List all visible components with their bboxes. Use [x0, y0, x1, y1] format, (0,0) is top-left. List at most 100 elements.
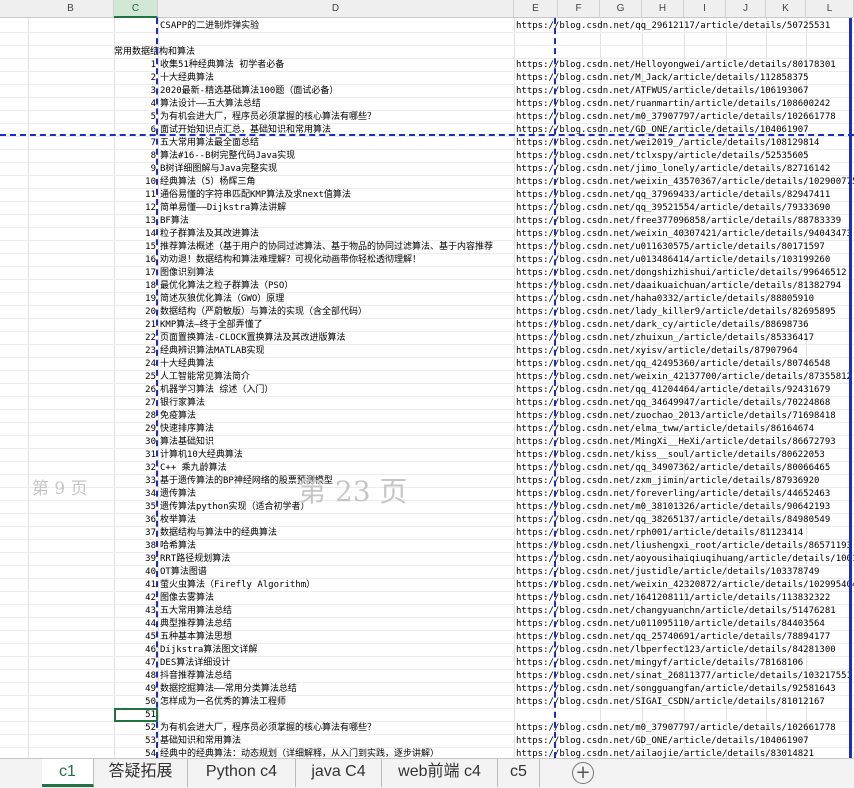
cell-url[interactable]: https://blog.csdn.net/dongshizhishui/art… — [514, 267, 854, 280]
cell-title[interactable]: 计算机10大经典算法 — [158, 449, 513, 462]
cell-row-number[interactable]: 27 — [113, 397, 157, 410]
cell-row-number[interactable]: 13 — [113, 215, 157, 228]
table-row[interactable]: 35 遗传算法python实现（适合初学者） https://blog.csdn.n… — [0, 501, 854, 514]
cell-row-number[interactable]: 1 — [113, 59, 157, 72]
cell-row-number[interactable]: 52 — [113, 722, 157, 735]
table-row[interactable]: 33 基于遗传算法的BP神经网络的股票预测模型 https://blog.csdn.… — [0, 475, 854, 488]
cell-row-number[interactable]: 20 — [113, 306, 157, 319]
table-row[interactable]: 39 RRT路径规划算法 https://blog.csdn.net/aoyousi… — [0, 553, 854, 566]
table-row[interactable]: 常用数据结构和算法 — [0, 46, 854, 59]
tab-scroll-area[interactable] — [0, 759, 40, 787]
cell-title[interactable]: 简单易懂——Dijkstra算法讲解 — [158, 202, 513, 215]
cell-url[interactable]: https://blog.csdn.net/qq_38265137/articl… — [514, 514, 854, 527]
table-row[interactable]: 14 粒子群算法及其改进算法 https://blog.csdn.net/weixi… — [0, 228, 854, 241]
cell-row-number[interactable]: 25 — [113, 371, 157, 384]
table-row[interactable]: 20 数据结构（严蔚敏版）与算法的实现（含全部代码） https://blog.cs… — [0, 306, 854, 319]
cell-row-number[interactable]: 43 — [113, 605, 157, 618]
cell-title[interactable]: 免疫算法 — [158, 410, 513, 423]
table-row[interactable]: 52 为有机会进大厂，程序员必须掌握的核心算法有哪些？ https://blog.c… — [0, 722, 854, 735]
cell-row-number[interactable]: 36 — [113, 514, 157, 527]
cell-url[interactable]: https://blog.csdn.net/weixin_40307421/ar… — [514, 228, 854, 241]
cell-url[interactable]: https://blog.csdn.net/mingyf/article/det… — [514, 657, 854, 670]
cell-title[interactable]: 收集51种经典算法 初学者必备 — [158, 59, 513, 72]
cell-url[interactable]: https://blog.csdn.net/1641208111/article… — [514, 592, 854, 605]
column-header-g[interactable]: G — [600, 0, 642, 18]
cell-title[interactable]: 数据结构与算法中的经典算法 — [158, 527, 513, 540]
table-row[interactable]: 47 DES算法详细设计 https://blog.csdn.net/mingyf/… — [0, 657, 854, 670]
cell-url[interactable]: https://blog.csdn.net/u013486414/article… — [514, 254, 854, 267]
cell-url[interactable]: https://blog.csdn.net/foreverling/articl… — [514, 488, 854, 501]
table-row[interactable]: 1 收集51种经典算法 初学者必备 https://blog.csdn.net/He… — [0, 59, 854, 72]
cell-url[interactable]: https://blog.csdn.net/elma_tww/article/d… — [514, 423, 854, 436]
cell-url[interactable]: https://blog.csdn.net/zxm_jimin/article/… — [514, 475, 854, 488]
cell-title[interactable]: 十大经典算法 — [158, 358, 513, 371]
cell-title[interactable]: 经典算法（5）杨辉三角 — [158, 176, 513, 189]
cell-url[interactable]: https://blog.csdn.net/MingXi__HeXi/artic… — [514, 436, 854, 449]
cell-title[interactable]: 图像去雾算法 — [158, 592, 513, 605]
cell-url[interactable]: https://blog.csdn.net/ATFWUS/article/det… — [514, 85, 854, 98]
table-row[interactable]: 38 哈希算法 https://blog.csdn.net/liushengxi_r… — [0, 540, 854, 553]
table-row[interactable]: 44 典型推荐算法总结 https://blog.csdn.net/u0110951… — [0, 618, 854, 631]
column-header-b[interactable]: B — [28, 0, 114, 18]
cell-row-number[interactable]: 38 — [113, 540, 157, 553]
cell-row-number[interactable]: 14 — [113, 228, 157, 241]
cell-url[interactable]: https://blog.csdn.net/ruanmartin/article… — [514, 98, 854, 111]
cell-url[interactable]: https://blog.csdn.net/justidle/article/d… — [514, 566, 854, 579]
cell-url[interactable]: https://blog.csdn.net/xyisv/article/deta… — [514, 345, 854, 358]
table-row[interactable]: 34 遗传算法 https://blog.csdn.net/foreverling/… — [0, 488, 854, 501]
cell-row-number[interactable]: 48 — [113, 670, 157, 683]
sheet-tab-c5[interactable]: c5 — [498, 759, 540, 787]
cell-row-number[interactable]: 44 — [113, 618, 157, 631]
cell-row-number[interactable]: 5 — [113, 111, 157, 124]
cell-url[interactable]: https://blog.csdn.net/daaikuaichuan/arti… — [514, 280, 854, 293]
table-row[interactable]: 41 萤火虫算法（Firefly Algorithm） https://blog.c… — [0, 579, 854, 592]
cell-row-number[interactable]: 33 — [113, 475, 157, 488]
cell-title[interactable]: 数据挖掘算法——常用分类算法总结 — [158, 683, 513, 696]
cell-row-number[interactable]: 8 — [113, 150, 157, 163]
cell-url[interactable]: https://blog.csdn.net/changyuanchn/artic… — [514, 605, 854, 618]
cell-title[interactable]: 五种基本算法思想 — [158, 631, 513, 644]
cell-title[interactable]: 十大经典算法 — [158, 72, 513, 85]
cell-title[interactable]: 推荐算法概述（基于用户的协同过滤算法、基于物品的协同过滤算法、基于内容推荐 — [158, 241, 513, 254]
cell-row-number[interactable]: 34 — [113, 488, 157, 501]
cell-row-number[interactable]: 3 — [113, 85, 157, 98]
table-row[interactable]: 13 BF算法 https://blog.csdn.net/free37709685… — [0, 215, 854, 228]
cell-row-number[interactable]: 26 — [113, 384, 157, 397]
cell-title[interactable]: 人工智能常见算法简介 — [158, 371, 513, 384]
cell-url[interactable]: https://blog.csdn.net/wei2019_/article/d… — [514, 137, 854, 150]
cell-title[interactable]: 萤火虫算法（Firefly Algorithm） — [158, 579, 513, 592]
cell-url[interactable]: https://blog.csdn.net/songguangfan/artic… — [514, 683, 854, 696]
cell-title[interactable]: 算法设计——五大算法总结 — [158, 98, 513, 111]
table-row[interactable]: 54 经典中的经典算法：动态规划（详细解释，从入门到实践，逐步讲解） https:/… — [0, 748, 854, 758]
cell-url[interactable]: https://blog.csdn.net/tclxspy/article/de… — [514, 150, 854, 163]
cell-title[interactable]: 粒子群算法及其改进算法 — [158, 228, 513, 241]
cell-row-number[interactable]: 47 — [113, 657, 157, 670]
cell-url[interactable]: https://blog.csdn.net/kiss__soul/article… — [514, 449, 854, 462]
cell-title[interactable]: 简述灰狼优化算法（GWO）原理 — [158, 293, 513, 306]
cell-title[interactable]: 银行家算法 — [158, 397, 513, 410]
cell-title[interactable]: 哈希算法 — [158, 540, 513, 553]
column-header-k[interactable]: K — [766, 0, 806, 18]
cell-title[interactable]: BF算法 — [158, 215, 513, 228]
cell-url[interactable]: https://blog.csdn.net/zhuixun_/article/d… — [514, 332, 854, 345]
table-row[interactable]: 19 简述灰狼优化算法（GWO）原理 https://blog.csdn.net/h… — [0, 293, 854, 306]
cell-url[interactable]: https://blog.csdn.net/zuochao_2013/artic… — [514, 410, 854, 423]
cell-url[interactable]: https://blog.csdn.net/weixin_42320872/ar… — [514, 579, 854, 592]
cell-row-number[interactable]: 39 — [113, 553, 157, 566]
cell-title[interactable]: 基础知识和常用算法 — [158, 735, 513, 748]
table-row[interactable]: 11 通俗易懂的字符串匹配KMP算法及求next值算法 https://blog.c… — [0, 189, 854, 202]
table-row[interactable]: 31 计算机10大经典算法 https://blog.csdn.net/kiss__… — [0, 449, 854, 462]
cell-title[interactable]: 最优化算法之粒子群算法（PSO） — [158, 280, 513, 293]
cell-url[interactable]: https://blog.csdn.net/jimo_lonely/articl… — [514, 163, 854, 176]
selected-cell[interactable] — [114, 708, 158, 722]
cell-title[interactable]: 图像识别算法 — [158, 267, 513, 280]
cell-row-number[interactable]: 46 — [113, 644, 157, 657]
sheet-grid[interactable]: CSAPP的二进制炸弹实验 https://blog.csdn.net/qq_2… — [0, 18, 854, 758]
cell-url[interactable]: https://blog.csdn.net/m0_37907797/articl… — [514, 722, 854, 735]
cell-url[interactable]: https://blog.csdn.net/m0_37907797/articl… — [514, 111, 854, 124]
cell-url[interactable]: https://blog.csdn.net/GD_ONE/article/det… — [514, 735, 854, 748]
cell-row-number[interactable]: 9 — [113, 163, 157, 176]
cell-url[interactable]: https://blog.csdn.net/qq_25740691/articl… — [514, 631, 854, 644]
table-row[interactable]: 3 2020最新-精选基础算法100题（面试必备） https://blog.csd… — [0, 85, 854, 98]
sheet-tab-web[interactable]: web前端 c4 — [382, 759, 498, 787]
